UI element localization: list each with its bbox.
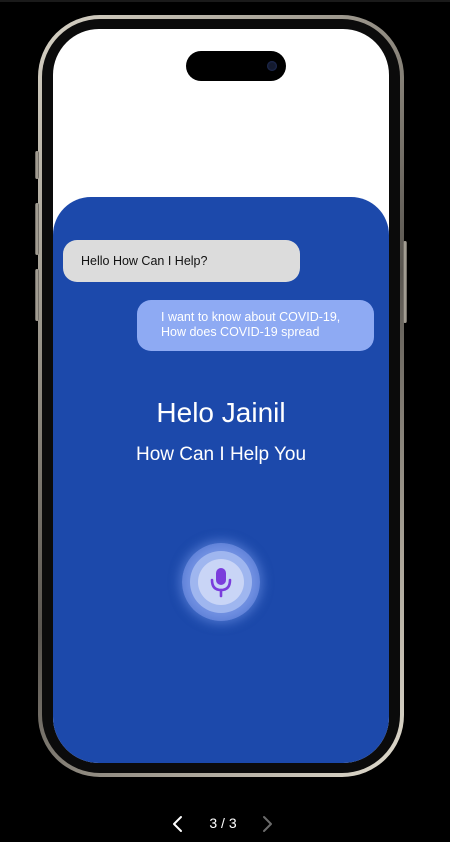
- phone-screen: Hello How Can I Help? I want to know abo…: [53, 29, 389, 763]
- dynamic-island: [186, 51, 286, 81]
- greeting-title: Helo Jainil: [156, 397, 286, 428]
- phone-power-button: [403, 241, 407, 323]
- greeting-subtitle: How Can I Help You: [135, 444, 307, 465]
- chevron-right-icon: [263, 816, 272, 832]
- chevron-left-icon: [173, 816, 182, 832]
- previous-slide-button[interactable]: [170, 814, 186, 834]
- microphone-core: [198, 559, 244, 605]
- bot-message-bubble: Hello How Can I Help?: [63, 240, 300, 282]
- next-slide-button[interactable]: [259, 814, 275, 834]
- slide-counter: 3 / 3: [209, 815, 237, 831]
- slide-pager: 3 / 3: [0, 812, 450, 834]
- microphone-button[interactable]: [182, 543, 260, 621]
- phone-mockup: Hello How Can I Help? I want to know abo…: [35, 15, 407, 777]
- user-message-bubble: I want to know about COVID-19, How does …: [137, 300, 374, 351]
- phone-silent-switch: [35, 151, 39, 179]
- presentation-stage: Hello How Can I Help? I want to know abo…: [0, 0, 450, 842]
- phone-volume-up: [35, 203, 39, 255]
- phone-volume-down: [35, 269, 39, 321]
- bot-message-text: Hello How Can I Help?: [81, 254, 208, 268]
- front-camera: [267, 61, 277, 71]
- assistant-panel: Hello How Can I Help? I want to know abo…: [53, 197, 389, 763]
- microphone-icon: [210, 568, 232, 598]
- top-divider: [0, 0, 450, 2]
